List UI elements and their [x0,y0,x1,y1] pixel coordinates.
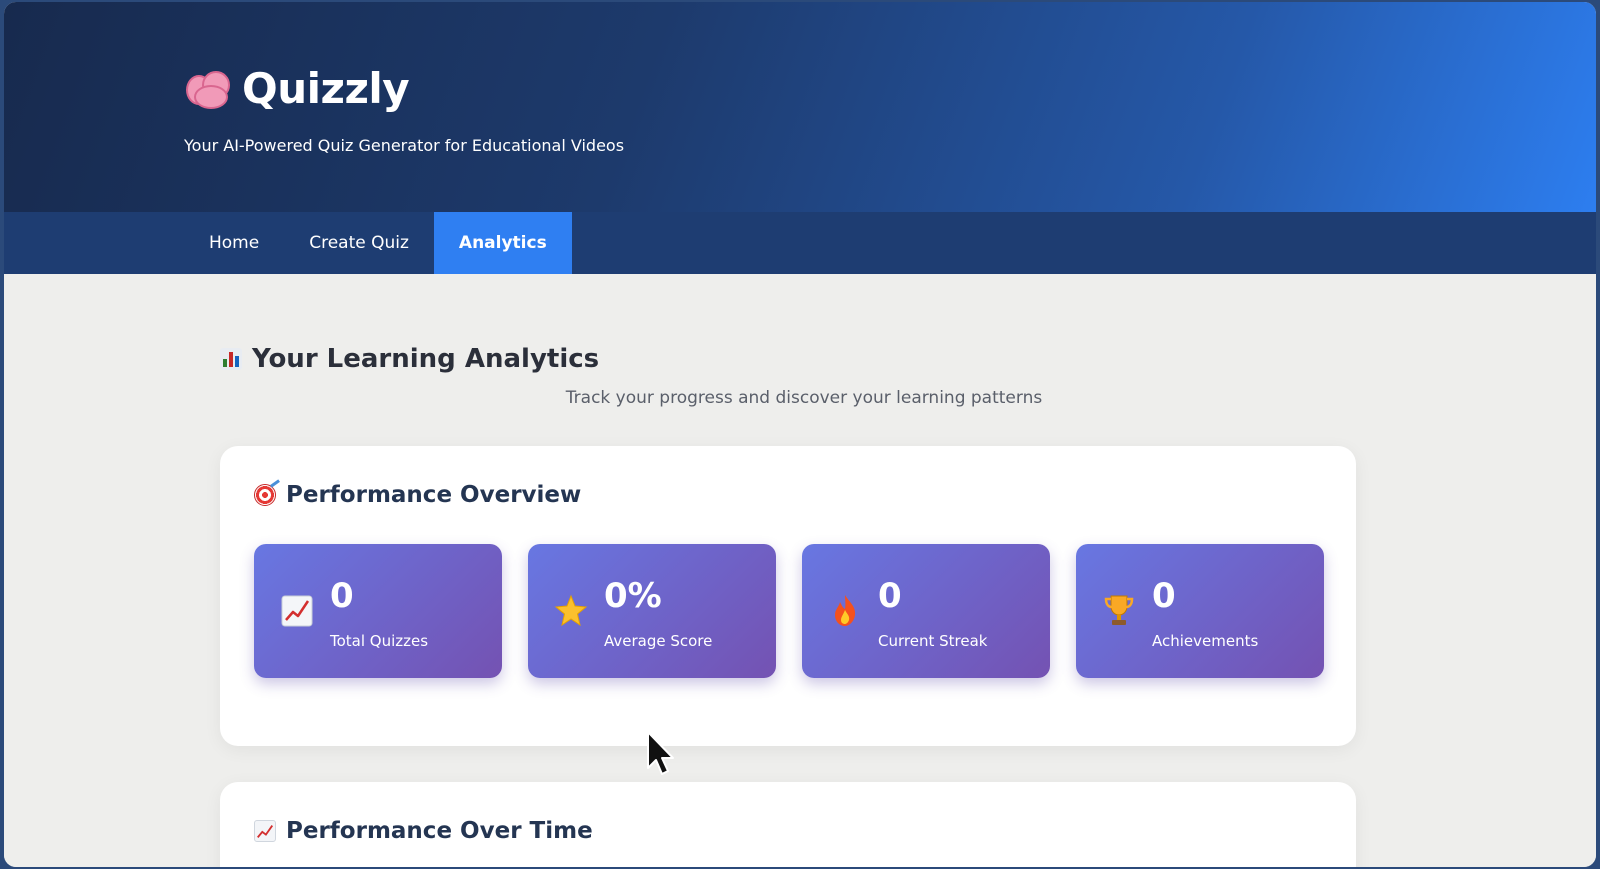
page-subtitle: Track your progress and discover your le… [565,388,1043,408]
stat-cards: 0 Total Quizzes 0% Average Score 0 Curre… [254,544,1324,678]
header: Quizzly Your AI-Powered Quiz Generator f… [4,2,1596,212]
stat-label: Current Streak [878,632,988,650]
stat-average-score: 0% Average Score [528,544,776,678]
stat-label: Average Score [604,632,713,650]
mouse-cursor-icon [647,731,674,775]
stat-value: 0 [1152,576,1176,616]
bar-chart-icon [220,348,242,370]
brain-icon [184,69,230,109]
stat-total-quizzes: 0 Total Quizzes [254,544,502,678]
app-window: Quizzly Your AI-Powered Quiz Generator f… [4,2,1596,867]
target-icon [254,484,276,506]
stat-achievements: 0 Achievements [1076,544,1324,678]
main-content: Your Learning Analytics Track your progr… [4,274,1596,867]
performance-overview-title: Performance Overview [286,482,582,508]
brand[interactable]: Quizzly [184,64,410,113]
nav-analytics[interactable]: Analytics [433,212,572,274]
performance-over-time-card: Performance Over Time [220,782,1356,867]
nav-home[interactable]: Home [184,212,284,274]
performance-over-time-heading: Performance Over Time [254,818,593,844]
main-nav: Home Create Quiz Analytics [4,212,1596,274]
chart-increasing-icon [281,595,313,627]
page-title-text: Your Learning Analytics [252,344,600,374]
stat-value: 0 [878,576,902,616]
page-title: Your Learning Analytics [220,344,599,374]
stat-label: Achievements [1152,632,1259,650]
stat-value: 0 [330,576,354,616]
performance-over-time-title: Performance Over Time [286,818,593,844]
app-title: Quizzly [242,64,410,113]
stat-label: Total Quizzes [330,632,429,650]
stat-value: 0% [604,576,662,616]
performance-overview-card: Performance Overview 0 Total Quizzes 0% [220,446,1356,746]
trophy-icon [1104,595,1134,625]
performance-overview-heading: Performance Overview [254,482,581,508]
star-icon [554,594,588,627]
nav-create-quiz[interactable]: Create Quiz [284,212,434,274]
app-tagline: Your AI-Powered Quiz Generator for Educa… [184,136,625,155]
fire-icon [835,595,856,626]
chart-increasing-icon [254,820,276,842]
stat-current-streak: 0 Current Streak [802,544,1050,678]
